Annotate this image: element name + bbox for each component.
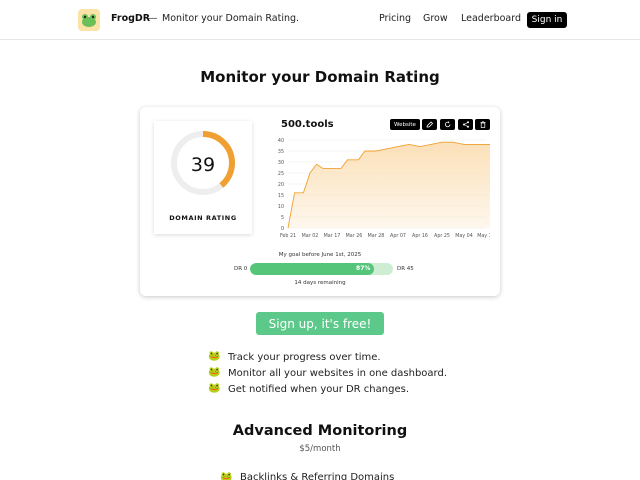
y-tick-label: 30 xyxy=(278,160,284,166)
chart-area xyxy=(288,142,490,228)
x-tick-label: Apr 16 xyxy=(412,233,428,239)
share-icon xyxy=(462,121,469,128)
website-button[interactable]: Website xyxy=(390,119,420,130)
feature-list: 🐸 Track your progress over time. 🐸 Monitor… xyxy=(208,349,447,397)
feature-text: Backlinks & Referring Domains xyxy=(240,472,395,480)
advanced-title: Advanced Monitoring xyxy=(232,423,408,439)
y-tick-label: 25 xyxy=(278,171,284,177)
goal-progress-fill: 87% xyxy=(250,263,375,275)
advanced-price: $5/month xyxy=(299,444,341,454)
y-tick-label: 20 xyxy=(278,182,284,188)
frog-icon: 🐸 xyxy=(208,383,221,394)
frog-icon xyxy=(82,14,96,27)
feature-text: Track your progress over time. xyxy=(228,351,381,363)
nav-leaderboard[interactable]: Leaderboard xyxy=(461,13,521,24)
days-remaining: 14 days remaining xyxy=(294,280,346,286)
advanced-feature-item: 🐸 Backlinks & Referring Domains xyxy=(220,472,394,480)
feature-item: 🐸 Monitor all your websites in one dashbo… xyxy=(208,365,447,381)
goal-progress-bar: 87% xyxy=(250,263,393,275)
goal-end-label: DR 45 xyxy=(397,266,414,272)
share-button[interactable] xyxy=(458,119,473,130)
goal-text: My goal before June 1st, 2025 xyxy=(278,252,362,258)
feature-item: 🐸 Get notified when your DR changes. xyxy=(208,381,447,397)
y-tick-label: 5 xyxy=(281,215,284,221)
frog-icon: 🐸 xyxy=(220,471,233,480)
brand-tagline: Monitor your Domain Rating. xyxy=(162,13,300,24)
edit-icon xyxy=(425,121,433,128)
brand-separator: — xyxy=(148,13,158,24)
edit-button[interactable] xyxy=(422,119,437,130)
x-tick-label: Mar 02 xyxy=(302,233,319,239)
page-title: Monitor your Domain Rating xyxy=(200,68,440,86)
delete-icon xyxy=(480,121,485,128)
top-nav: FrogDR — Monitor your Domain Rating. Pri… xyxy=(0,0,640,40)
x-tick-label: May 13 xyxy=(477,233,490,239)
feature-item: 🐸 Track your progress over time. xyxy=(208,349,447,365)
nav-grow[interactable]: Grow xyxy=(423,13,448,24)
y-tick-label: 35 xyxy=(278,149,284,155)
dr-value: 39 xyxy=(190,154,216,176)
nav-pricing[interactable]: Pricing xyxy=(379,13,411,24)
refresh-button[interactable] xyxy=(440,119,455,130)
x-tick-label: Mar 26 xyxy=(346,233,363,239)
x-tick-label: Apr 25 xyxy=(434,233,450,239)
delete-button[interactable] xyxy=(475,119,490,130)
refresh-icon xyxy=(444,121,450,128)
x-tick-label: Mar 28 xyxy=(368,233,385,239)
x-tick-label: Apr 07 xyxy=(390,233,406,239)
goal-start-label: DR 0 xyxy=(234,266,248,272)
dr-history-chart: 0 5 10 15 20 25 30 35 40 Feb 21 Mar 02 Mar 17 Mar 26… xyxy=(278,138,490,239)
dr-score-box: 39 DOMAIN RATING xyxy=(154,121,252,234)
feature-text: Get notified when your DR changes. xyxy=(228,383,410,395)
dr-demo-card: 39 DOMAIN RATING 500.tools Website 0 5 10 1… xyxy=(140,107,500,296)
logo[interactable] xyxy=(78,9,100,31)
goal-percent: 87% xyxy=(356,265,371,272)
sign-in-button[interactable]: Sign in xyxy=(527,12,567,28)
y-tick-label: 10 xyxy=(278,204,284,210)
dr-label: DOMAIN RATING xyxy=(169,214,237,222)
site-name: 500.tools xyxy=(281,119,334,130)
frog-icon: 🐸 xyxy=(208,351,221,362)
y-tick-label: 0 xyxy=(281,226,284,232)
y-tick-label: 40 xyxy=(278,138,284,144)
y-tick-label: 15 xyxy=(278,193,284,199)
x-tick-label: Feb 21 xyxy=(280,233,296,239)
x-tick-label: Mar 17 xyxy=(324,233,341,239)
signup-button[interactable]: Sign up, it's free! xyxy=(256,312,384,335)
x-tick-label: May 04 xyxy=(455,233,473,239)
brand-name[interactable]: FrogDR xyxy=(111,13,150,24)
feature-text: Monitor all your websites in one dashboa… xyxy=(228,367,448,379)
frog-icon: 🐸 xyxy=(208,367,221,378)
